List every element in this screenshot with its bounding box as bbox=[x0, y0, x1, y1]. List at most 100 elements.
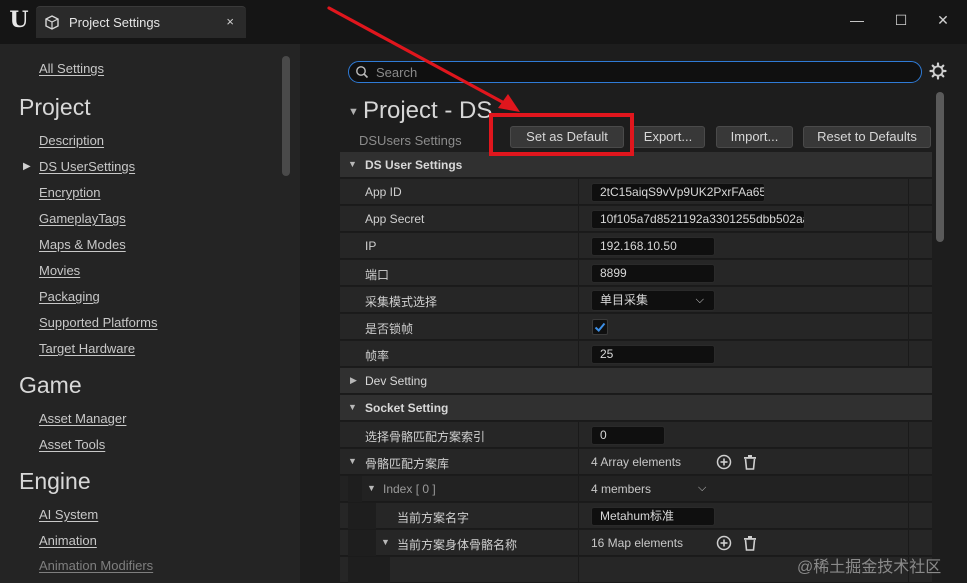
sidebar-item-packaging[interactable]: Packaging bbox=[39, 289, 100, 304]
prop-label: App ID bbox=[365, 185, 402, 199]
add-element-icon[interactable] bbox=[716, 454, 732, 470]
skeleton-index-field[interactable]: 0 bbox=[591, 426, 665, 445]
prop-label: 采集模式选择 bbox=[365, 295, 438, 309]
prop-label: App Secret bbox=[365, 212, 425, 226]
gear-icon[interactable] bbox=[929, 62, 947, 80]
category-label: Socket Setting bbox=[365, 401, 449, 415]
prop-frame-rate: 帧率 25 bbox=[340, 341, 932, 367]
map-count: 16 Map elements bbox=[591, 536, 684, 550]
chevron-down-icon: ⌵ bbox=[695, 294, 704, 306]
chevron-down-icon[interactable]: ⌵ bbox=[698, 482, 706, 495]
trash-icon[interactable] bbox=[742, 535, 758, 551]
prop-label: IP bbox=[365, 239, 377, 253]
trash-icon[interactable] bbox=[742, 454, 758, 470]
settings-main-panel: ▼ Project - DS DSUsers Settings Set as D… bbox=[300, 44, 967, 583]
maximize-button[interactable]: ☐ bbox=[886, 8, 916, 32]
lock-frame-checkbox[interactable] bbox=[592, 319, 608, 335]
tab-title: Project Settings bbox=[69, 15, 161, 30]
ip-field[interactable]: 192.168.10.50 bbox=[591, 237, 715, 256]
prop-label: 端口 bbox=[365, 268, 390, 282]
tab-close-icon[interactable]: × bbox=[226, 14, 234, 29]
collapse-arrow-icon[interactable]: ▼ bbox=[348, 106, 359, 118]
sidebar-item-maps-modes[interactable]: Maps & Modes bbox=[39, 237, 126, 252]
prop-label: 选择骨骼匹配方案索引 bbox=[365, 430, 486, 444]
search-box[interactable] bbox=[348, 61, 922, 83]
prop-app-secret: App Secret 10f105a7d8521192a3301255dbb50… bbox=[340, 206, 932, 232]
prop-index-0: ▼ Index [ 0 ] 4 members ⌵ bbox=[340, 476, 932, 502]
prop-label: 骨骼匹配方案库 bbox=[365, 457, 450, 471]
property-grid: ▼ DS User Settings App ID 2tC15aiqS9vVp9… bbox=[340, 152, 932, 583]
main-scrollbar[interactable] bbox=[936, 92, 944, 242]
sidebar-item-asset-manager[interactable]: Asset Manager bbox=[39, 411, 126, 426]
search-icon bbox=[356, 66, 369, 79]
sidebar-item-gameplaytags[interactable]: GameplayTags bbox=[39, 211, 126, 226]
sidebar-section-game: Game bbox=[19, 372, 82, 398]
app-id-field[interactable]: 2tC15aiqS9vVp9UK2PxrFAa65 bbox=[591, 183, 765, 202]
settings-cube-icon bbox=[45, 15, 59, 30]
sidebar-item-target-hardware[interactable]: Target Hardware bbox=[39, 341, 135, 356]
reset-to-defaults-button[interactable]: Reset to Defaults bbox=[803, 126, 931, 148]
settings-sidebar: All Settings Project Description ▶ DS Us… bbox=[0, 44, 300, 583]
sidebar-item-ds-usersettings[interactable]: DS UserSettings bbox=[39, 159, 135, 174]
expand-arrow-icon: ▼ bbox=[348, 402, 357, 412]
category-socket-setting[interactable]: ▼ Socket Setting bbox=[340, 395, 932, 421]
sidebar-item-description[interactable]: Description bbox=[39, 133, 104, 148]
category-dev-setting[interactable]: ▶ Dev Setting bbox=[340, 368, 932, 394]
prop-port: 端口 8899 bbox=[340, 260, 932, 286]
sidebar-item-asset-tools[interactable]: Asset Tools bbox=[39, 437, 105, 452]
prop-scheme-name: 当前方案名字 Metahum标准 bbox=[340, 503, 932, 529]
sidebar-all-settings[interactable]: All Settings bbox=[39, 61, 104, 76]
selected-arrow-icon: ▶ bbox=[23, 161, 31, 172]
prop-label: 当前方案身体骨骼名称 bbox=[397, 538, 518, 552]
sidebar-item-ai-system[interactable]: AI System bbox=[39, 507, 98, 522]
prop-skeleton-library: ▼ 骨骼匹配方案库 4 Array elements bbox=[340, 449, 932, 475]
unreal-logo-icon[interactable]: U bbox=[6, 6, 32, 34]
export-button[interactable]: Export... bbox=[631, 126, 705, 148]
prop-capture-mode: 采集模式选择 单目采集 ⌵ bbox=[340, 287, 932, 313]
search-input[interactable] bbox=[376, 64, 906, 80]
prop-label: Index [ 0 ] bbox=[383, 482, 436, 496]
prop-label: 是否锁帧 bbox=[365, 322, 414, 336]
category-label: DS User Settings bbox=[365, 158, 463, 172]
category-ds-user-settings[interactable]: ▼ DS User Settings bbox=[340, 152, 932, 178]
close-window-button[interactable]: ✕ bbox=[928, 8, 958, 32]
array-count: 4 Array elements bbox=[591, 455, 682, 469]
sidebar-item-encryption[interactable]: Encryption bbox=[39, 185, 100, 200]
sidebar-item-animation-modifiers[interactable]: Animation Modifiers bbox=[39, 558, 153, 573]
expand-arrow-icon[interactable]: ▼ bbox=[381, 537, 390, 547]
dropdown-value: 单目采集 bbox=[600, 293, 649, 307]
expand-arrow-icon: ▶ bbox=[350, 375, 357, 385]
import-button[interactable]: Import... bbox=[716, 126, 793, 148]
prop-skeleton-index: 选择骨骼匹配方案索引 0 bbox=[340, 422, 932, 448]
watermark: @稀土掘金技术社区 bbox=[797, 559, 942, 576]
sidebar-item-animation[interactable]: Animation bbox=[39, 533, 97, 548]
sidebar-item-supported-platforms[interactable]: Supported Platforms bbox=[39, 315, 158, 330]
expand-arrow-icon[interactable]: ▼ bbox=[367, 483, 376, 493]
app-secret-field[interactable]: 10f105a7d8521192a3301255dbb502aa bbox=[591, 210, 805, 229]
expand-arrow-icon: ▼ bbox=[348, 159, 357, 169]
scheme-name-field[interactable]: Metahum标准 bbox=[591, 507, 715, 526]
sidebar-scrollbar[interactable] bbox=[282, 56, 290, 176]
capture-mode-dropdown[interactable]: 单目采集 ⌵ bbox=[591, 290, 715, 311]
add-element-icon[interactable] bbox=[716, 535, 732, 551]
prop-lock-frame: 是否锁帧 bbox=[340, 314, 932, 340]
port-field[interactable]: 8899 bbox=[591, 264, 715, 283]
frame-rate-field[interactable]: 25 bbox=[591, 345, 715, 364]
expand-arrow-icon[interactable]: ▼ bbox=[348, 456, 357, 466]
sidebar-item-movies[interactable]: Movies bbox=[39, 263, 80, 278]
prop-label: 帧率 bbox=[365, 349, 390, 363]
title-bar: U Project Settings × — ☐ ✕ bbox=[0, 0, 967, 44]
page-title: Project - DS bbox=[363, 97, 493, 124]
tab-project-settings[interactable]: Project Settings × bbox=[36, 6, 246, 38]
sidebar-section-engine: Engine bbox=[19, 468, 91, 494]
category-label: Dev Setting bbox=[365, 374, 428, 388]
page-subtitle: DSUsers Settings bbox=[359, 133, 462, 148]
prop-ip: IP 192.168.10.50 bbox=[340, 233, 932, 259]
prop-app-id: App ID 2tC15aiqS9vVp9UK2PxrFAa65 bbox=[340, 179, 932, 205]
prop-label: 当前方案名字 bbox=[397, 511, 470, 525]
check-icon bbox=[594, 322, 606, 332]
sidebar-section-project: Project bbox=[19, 94, 91, 120]
minimize-button[interactable]: — bbox=[842, 8, 872, 32]
members-count: 4 members bbox=[591, 482, 652, 496]
highlight-box bbox=[489, 113, 634, 156]
